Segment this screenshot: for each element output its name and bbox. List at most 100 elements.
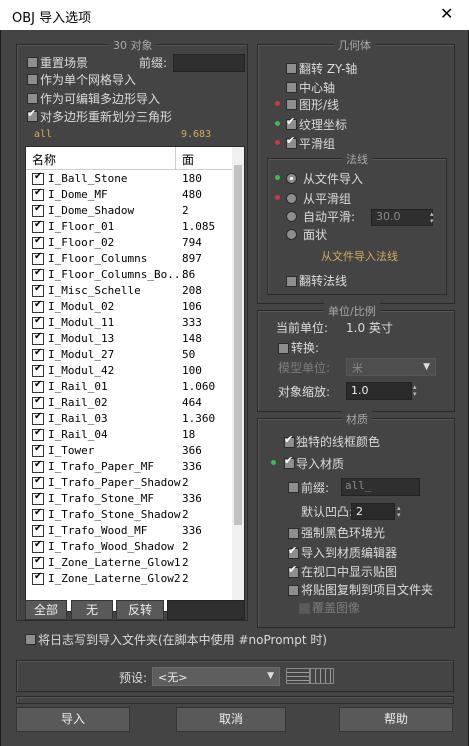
row-checkbox[interactable] [32, 251, 44, 265]
overwrite-images-checkbox[interactable] [299, 603, 310, 614]
table-row[interactable]: I_Floor_02 794 [26, 235, 232, 251]
column-name-header[interactable]: 名称 [32, 151, 56, 168]
preset-save-icon[interactable] [286, 668, 310, 684]
force-black-ambient-checkbox[interactable] [288, 528, 299, 539]
row-checkbox[interactable] [32, 171, 44, 185]
table-row[interactable]: I_Modul_27 50 [26, 347, 232, 363]
select-none-button[interactable]: 无 [71, 600, 113, 620]
row-checkbox[interactable] [32, 299, 44, 313]
list-scrollbar[interactable] [232, 147, 244, 611]
table-row[interactable]: I_Trafo_Wood_MF 336 [26, 523, 232, 539]
import-materials-checkbox[interactable] [284, 454, 295, 469]
row-checkbox[interactable] [32, 411, 44, 425]
flip-normals-checkbox[interactable] [286, 276, 297, 287]
flip-zy-checkbox[interactable] [286, 63, 297, 74]
import-button[interactable]: 导入 [16, 707, 130, 732]
table-row[interactable]: I_Trafo_Paper_MF 336 [26, 459, 232, 475]
from-file-radio[interactable] [286, 173, 297, 184]
table-row[interactable]: I_Rail_03 1.360 [26, 411, 232, 427]
column-faces-header[interactable]: 面 [182, 151, 194, 168]
default-bump-spinner-icon[interactable]: ▴ ▾ [397, 505, 401, 519]
unique-wire-checkbox[interactable] [284, 433, 295, 448]
table-row[interactable]: I_Dome_Shadow 2 [26, 203, 232, 219]
object-scale-input[interactable]: 1.0 [346, 382, 412, 400]
table-row[interactable]: I_Floor_Columns 897 [26, 251, 232, 267]
show-maps-viewport-checkbox[interactable] [288, 563, 299, 578]
table-row[interactable]: I_Rail_02 464 [26, 395, 232, 411]
row-checkbox[interactable] [32, 523, 44, 537]
row-checkbox[interactable] [32, 555, 44, 569]
table-row[interactable]: I_Modul_11 333 [26, 315, 232, 331]
row-checkbox[interactable] [32, 443, 44, 457]
smoothing-groups-checkbox[interactable] [286, 134, 297, 149]
editable-poly-checkbox[interactable] [27, 93, 38, 104]
auto-smooth-input[interactable]: 30.0 [371, 209, 433, 226]
row-checkbox[interactable] [32, 363, 44, 377]
row-checkbox[interactable] [32, 235, 44, 249]
retriangulate-checkbox[interactable] [27, 107, 38, 122]
table-row[interactable]: I_Trafo_Stone_MF 336 [26, 491, 232, 507]
row-checkbox[interactable] [32, 475, 44, 489]
auto-smooth-radio[interactable] [286, 211, 297, 222]
table-row[interactable]: I_Ball_Stone 180 [26, 171, 232, 187]
scrollbar-thumb[interactable] [234, 165, 242, 525]
row-checkbox[interactable] [32, 219, 44, 233]
object-scale-spinner-icon[interactable]: ▴ ▾ [413, 384, 417, 398]
table-row[interactable]: I_Trafo_Stone_Shadow2 [26, 507, 232, 523]
table-row[interactable]: I_Rail_04 18 [26, 427, 232, 443]
table-row[interactable]: I_Floor_01 1.085 [26, 219, 232, 235]
from-smoothing-radio[interactable] [286, 193, 297, 204]
reset-scene-checkbox[interactable] [27, 57, 38, 68]
table-row[interactable]: I_Zone_Laterne_Glow12 [26, 555, 232, 571]
close-icon[interactable]: ✕ [440, 4, 453, 23]
table-row[interactable]: I_Zone_Laterne_Glow22 [26, 571, 232, 587]
single-mesh-checkbox[interactable] [27, 74, 38, 85]
row-checkbox[interactable] [32, 203, 44, 217]
row-checkbox[interactable] [32, 507, 44, 521]
copy-maps-checkbox[interactable] [288, 585, 299, 596]
row-checkbox[interactable] [32, 187, 44, 201]
table-row[interactable]: I_Modul_42 100 [26, 363, 232, 379]
write-log-checkbox[interactable] [25, 634, 36, 645]
row-checkbox[interactable] [32, 459, 44, 473]
texture-coords-checkbox[interactable] [286, 115, 297, 130]
row-checkbox[interactable] [32, 347, 44, 361]
model-units-dropdown[interactable]: 米 ▼ [346, 358, 436, 376]
row-checkbox[interactable] [32, 379, 44, 393]
material-prefix-input[interactable]: all_ [341, 478, 420, 496]
filter-input[interactable] [167, 600, 245, 620]
row-checkbox[interactable] [32, 427, 44, 441]
table-row[interactable]: I_Trafo_Wood_Shadow 2 [26, 539, 232, 555]
material-prefix-checkbox[interactable] [288, 482, 299, 493]
help-button[interactable]: 帮助 [339, 707, 453, 732]
preset-grid-icon[interactable] [310, 668, 334, 684]
table-row[interactable]: I_Dome_MF 480 [26, 187, 232, 203]
center-pivot-checkbox[interactable] [286, 82, 297, 93]
object-list[interactable]: 名称 面 I_Ball_Stone 180 I_Dome_MF 480 I_Dome_S… [25, 146, 245, 612]
table-row[interactable]: I_Rail_01 1.060 [26, 379, 232, 395]
invert-selection-button[interactable]: 反转 [116, 600, 164, 620]
default-bump-input[interactable]: 2 [351, 503, 395, 520]
faceted-radio[interactable] [286, 229, 297, 240]
row-checkbox[interactable] [32, 331, 44, 345]
row-checkbox[interactable] [32, 395, 44, 409]
preset-dropdown[interactable]: <无> ▼ [152, 667, 280, 686]
table-row[interactable]: I_Floor_Columns_Bo...86 [26, 267, 232, 283]
table-row[interactable]: I_Trafo_Paper_Shadow2 [26, 475, 232, 491]
row-checkbox[interactable] [32, 571, 44, 585]
select-all-button[interactable]: 全部 [25, 600, 67, 620]
row-checkbox[interactable] [32, 491, 44, 505]
cancel-button[interactable]: 取消 [176, 707, 286, 732]
table-row[interactable]: I_Modul_02 106 [26, 299, 232, 315]
row-checkbox[interactable] [32, 539, 44, 553]
auto-smooth-spinner-icon[interactable]: ▴ ▾ [430, 211, 434, 225]
row-checkbox[interactable] [32, 267, 44, 281]
table-row[interactable]: I_Tower 366 [26, 443, 232, 459]
convert-checkbox[interactable] [278, 343, 289, 354]
table-row[interactable]: I_Modul_13 148 [26, 331, 232, 347]
table-row[interactable]: I_Misc_Schelle 208 [26, 283, 232, 299]
row-checkbox[interactable] [32, 283, 44, 297]
object-prefix-input[interactable] [173, 54, 245, 72]
shapes-lines-checkbox[interactable] [286, 99, 297, 110]
row-checkbox[interactable] [32, 315, 44, 329]
